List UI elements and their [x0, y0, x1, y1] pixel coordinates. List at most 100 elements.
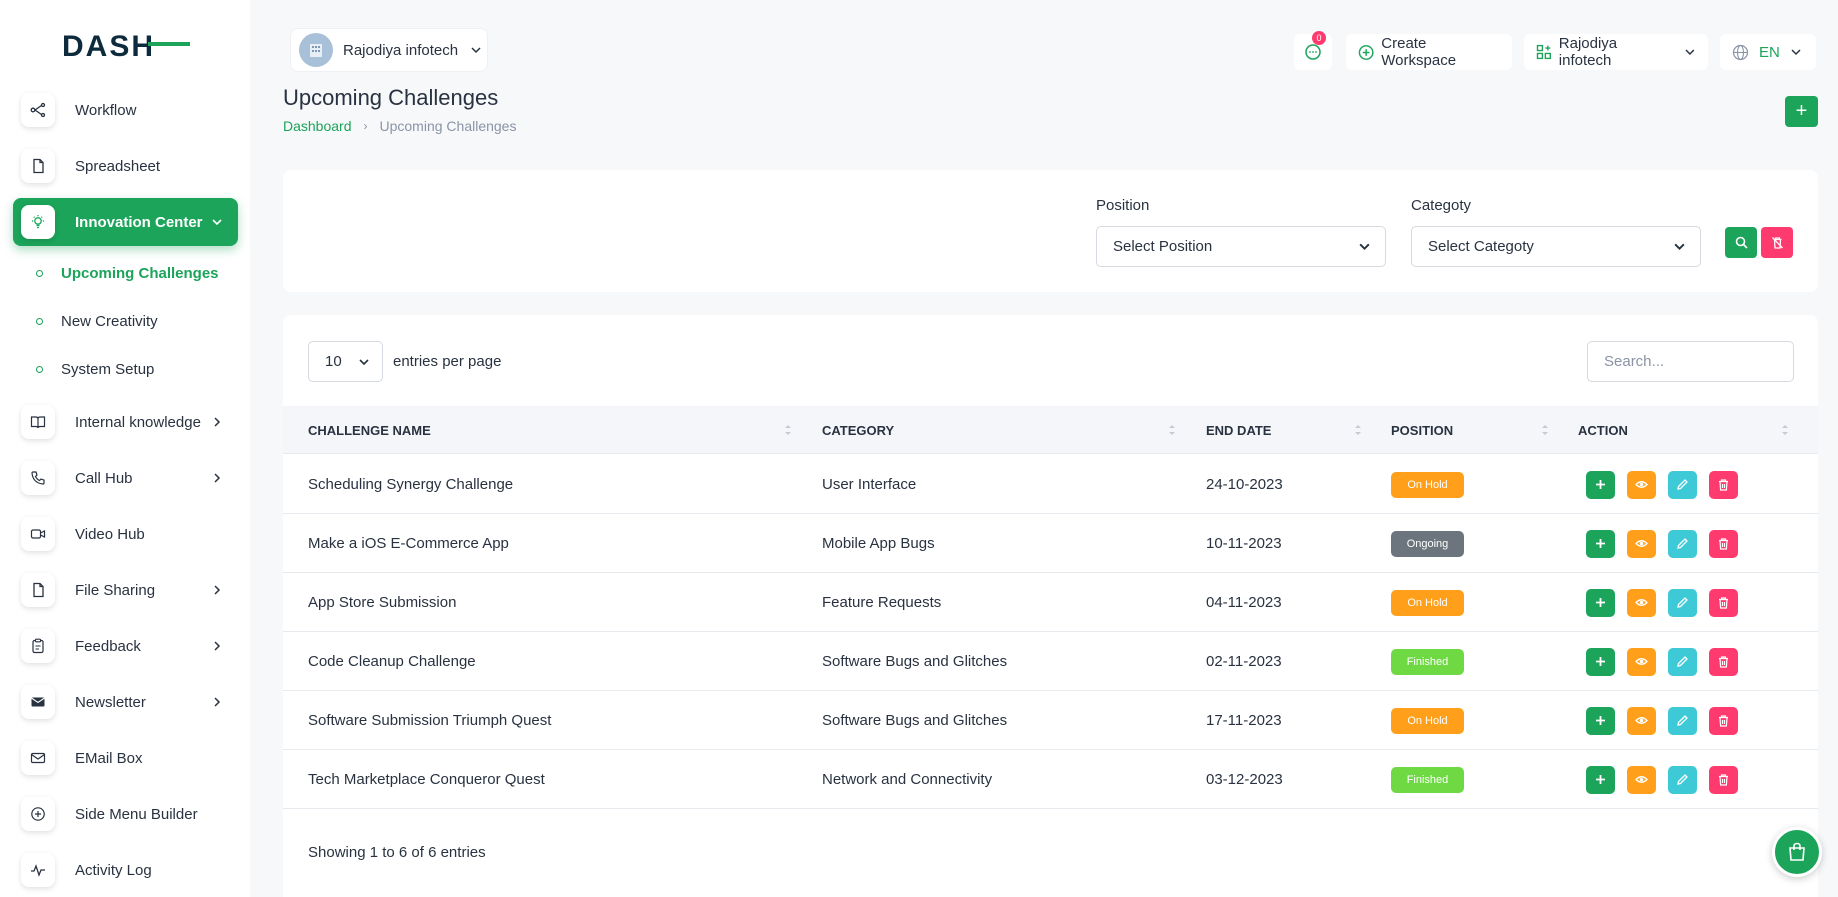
status-badge: On Hold — [1391, 707, 1464, 734]
sort-icon[interactable] — [1781, 423, 1789, 437]
sidebar-item-label: Video Hub — [75, 525, 145, 543]
edit-button[interactable] — [1668, 765, 1697, 794]
sidebar-item-activity-log[interactable]: Activity Log — [13, 846, 238, 894]
challenge-name-cell: Tech Marketplace Conqueror Quest — [308, 771, 545, 788]
workspace-name: Rajodiya infotech — [343, 41, 459, 59]
edit-button[interactable] — [1668, 588, 1697, 617]
position-cell: Finished — [1391, 750, 1464, 809]
column-header-challenge-name[interactable]: Challenge Name — [308, 406, 431, 454]
delete-button[interactable] — [1709, 647, 1738, 676]
add-button[interactable] — [1586, 765, 1615, 794]
filter-card: Position Select Position Categoty Select… — [283, 170, 1818, 292]
search-button[interactable] — [1725, 227, 1757, 258]
sidebar-item-call-hub[interactable]: Call Hub — [13, 454, 238, 502]
trash-icon — [1719, 656, 1728, 668]
end-date-cell: 17-11-2023 — [1206, 712, 1282, 729]
workflow-icon — [21, 93, 55, 127]
delete-button[interactable] — [1709, 588, 1738, 617]
add-button[interactable] — [1586, 529, 1615, 558]
delete-button[interactable] — [1709, 765, 1738, 794]
challenge-name-cell: Code Cleanup Challenge — [308, 653, 476, 670]
trash-icon — [1719, 597, 1728, 609]
trash-off-icon — [1771, 237, 1783, 249]
sort-icon[interactable] — [1354, 423, 1362, 437]
category-cell: User Interface — [822, 476, 917, 493]
chevron-right-icon — [214, 641, 221, 651]
column-header-category[interactable]: Category — [822, 406, 894, 454]
sidebar-item-file-sharing[interactable]: File Sharing — [13, 566, 238, 614]
sidebar-item-label: File Sharing — [75, 581, 156, 599]
file-icon — [21, 573, 55, 607]
trash-icon — [1719, 538, 1728, 550]
view-button[interactable] — [1627, 765, 1656, 794]
add-button[interactable] — [1586, 470, 1615, 499]
sidebar-item-spreadsheet[interactable]: Spreadsheet — [13, 142, 238, 190]
bullet-icon — [36, 270, 43, 277]
chevron-down-icon — [212, 219, 222, 226]
edit-button[interactable] — [1668, 706, 1697, 735]
sidebar-item-internal-knowledge[interactable]: Internal knowledge — [13, 398, 238, 446]
sort-icon[interactable] — [1541, 423, 1549, 437]
table-row: Make a iOS E-Commerce App Mobile App Bugs… — [283, 514, 1818, 573]
table-search-input[interactable] — [1587, 341, 1794, 382]
delete-button[interactable] — [1709, 529, 1738, 558]
category-select[interactable]: Select Categoty — [1411, 226, 1701, 267]
eye-icon — [1635, 540, 1648, 547]
delete-button[interactable] — [1709, 470, 1738, 499]
company-switcher[interactable]: Rajodiya infotech — [1524, 34, 1708, 70]
view-button[interactable] — [1627, 470, 1656, 499]
messages-button[interactable]: 0 — [1294, 31, 1332, 70]
create-workspace-label: Create Workspace — [1381, 35, 1457, 69]
cart-button[interactable] — [1772, 827, 1822, 877]
view-button[interactable] — [1627, 647, 1656, 676]
sidebar-item-email-box[interactable]: EMail Box — [13, 734, 238, 782]
delete-button[interactable] — [1709, 706, 1738, 735]
create-workspace-button[interactable]: Create Workspace — [1346, 34, 1512, 70]
add-button[interactable] — [1586, 588, 1615, 617]
column-header-position[interactable]: Position — [1391, 406, 1453, 454]
language-switcher[interactable]: EN — [1720, 34, 1816, 70]
language-code: EN — [1759, 43, 1780, 61]
dash-logo[interactable]: DASH — [62, 30, 190, 60]
sidebar-item-label: Call Hub — [75, 469, 133, 487]
view-button[interactable] — [1627, 529, 1656, 558]
chevron-right-icon — [214, 473, 221, 483]
pencil-icon — [1677, 715, 1688, 726]
submenu-item-new-creativity[interactable]: New Creativity — [36, 313, 158, 330]
sidebar-item-workflow[interactable]: Workflow — [13, 86, 238, 134]
category-label: Categoty — [1411, 197, 1472, 214]
submenu-item-upcoming-challenges[interactable]: Upcoming Challenges — [36, 265, 219, 282]
challenge-name-cell: Scheduling Synergy Challenge — [308, 476, 514, 493]
add-button[interactable] — [1586, 706, 1615, 735]
chevron-down-icon — [1674, 243, 1685, 251]
view-button[interactable] — [1627, 706, 1656, 735]
table-row: Tech Marketplace Conqueror Quest Network … — [283, 750, 1818, 809]
sidebar-item-video-hub[interactable]: Video Hub — [13, 510, 238, 558]
sidebar-item-side-menu-builder[interactable]: Side Menu Builder — [13, 790, 238, 838]
chevron-right-icon — [214, 585, 221, 595]
view-button[interactable] — [1627, 588, 1656, 617]
submenu-item-system-setup[interactable]: System Setup — [36, 361, 154, 378]
workspace-switcher[interactable]: Rajodiya infotech — [290, 28, 488, 72]
sort-icon[interactable] — [784, 423, 792, 437]
edit-button[interactable] — [1668, 529, 1697, 558]
edit-button[interactable] — [1668, 470, 1697, 499]
position-cell: Finished — [1391, 632, 1464, 691]
sidebar-item-newsletter[interactable]: Newsletter — [13, 678, 238, 726]
column-header-action[interactable]: Action — [1578, 406, 1628, 454]
entries-per-page-select[interactable]: 10 — [308, 341, 383, 382]
sidebar-item-innovation-center[interactable]: Innovation Center — [13, 198, 238, 246]
sidebar-item-feedback[interactable]: Feedback — [13, 622, 238, 670]
table-row: Software Submission Triumph Quest Softwar… — [283, 691, 1818, 750]
end-date-cell: 04-11-2023 — [1206, 594, 1282, 611]
column-header-end-date[interactable]: End Date — [1206, 406, 1271, 454]
action-cell — [1586, 750, 1750, 809]
breadcrumb-dashboard-link[interactable]: Dashboard — [283, 118, 352, 134]
sort-icon[interactable] — [1168, 423, 1176, 437]
reset-filter-button[interactable] — [1761, 227, 1793, 258]
position-select[interactable]: Select Position — [1096, 226, 1386, 267]
challenge-name-cell: App Store Submission — [308, 594, 457, 611]
add-challenge-button[interactable]: + — [1785, 96, 1818, 127]
edit-button[interactable] — [1668, 647, 1697, 676]
add-button[interactable] — [1586, 647, 1615, 676]
